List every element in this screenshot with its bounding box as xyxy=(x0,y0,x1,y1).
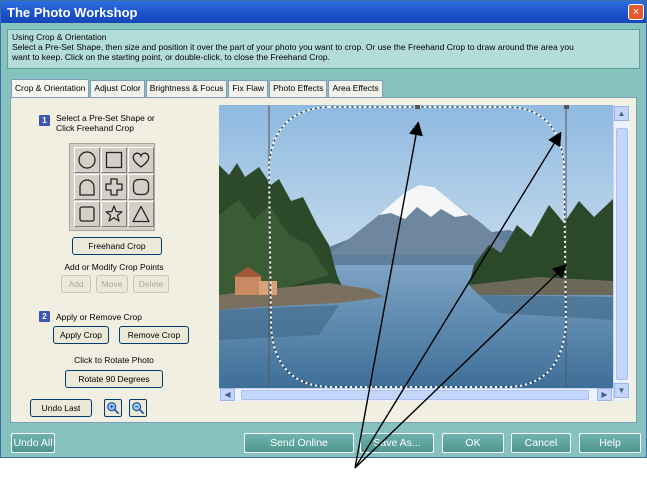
annotation-arrows xyxy=(354,121,568,469)
